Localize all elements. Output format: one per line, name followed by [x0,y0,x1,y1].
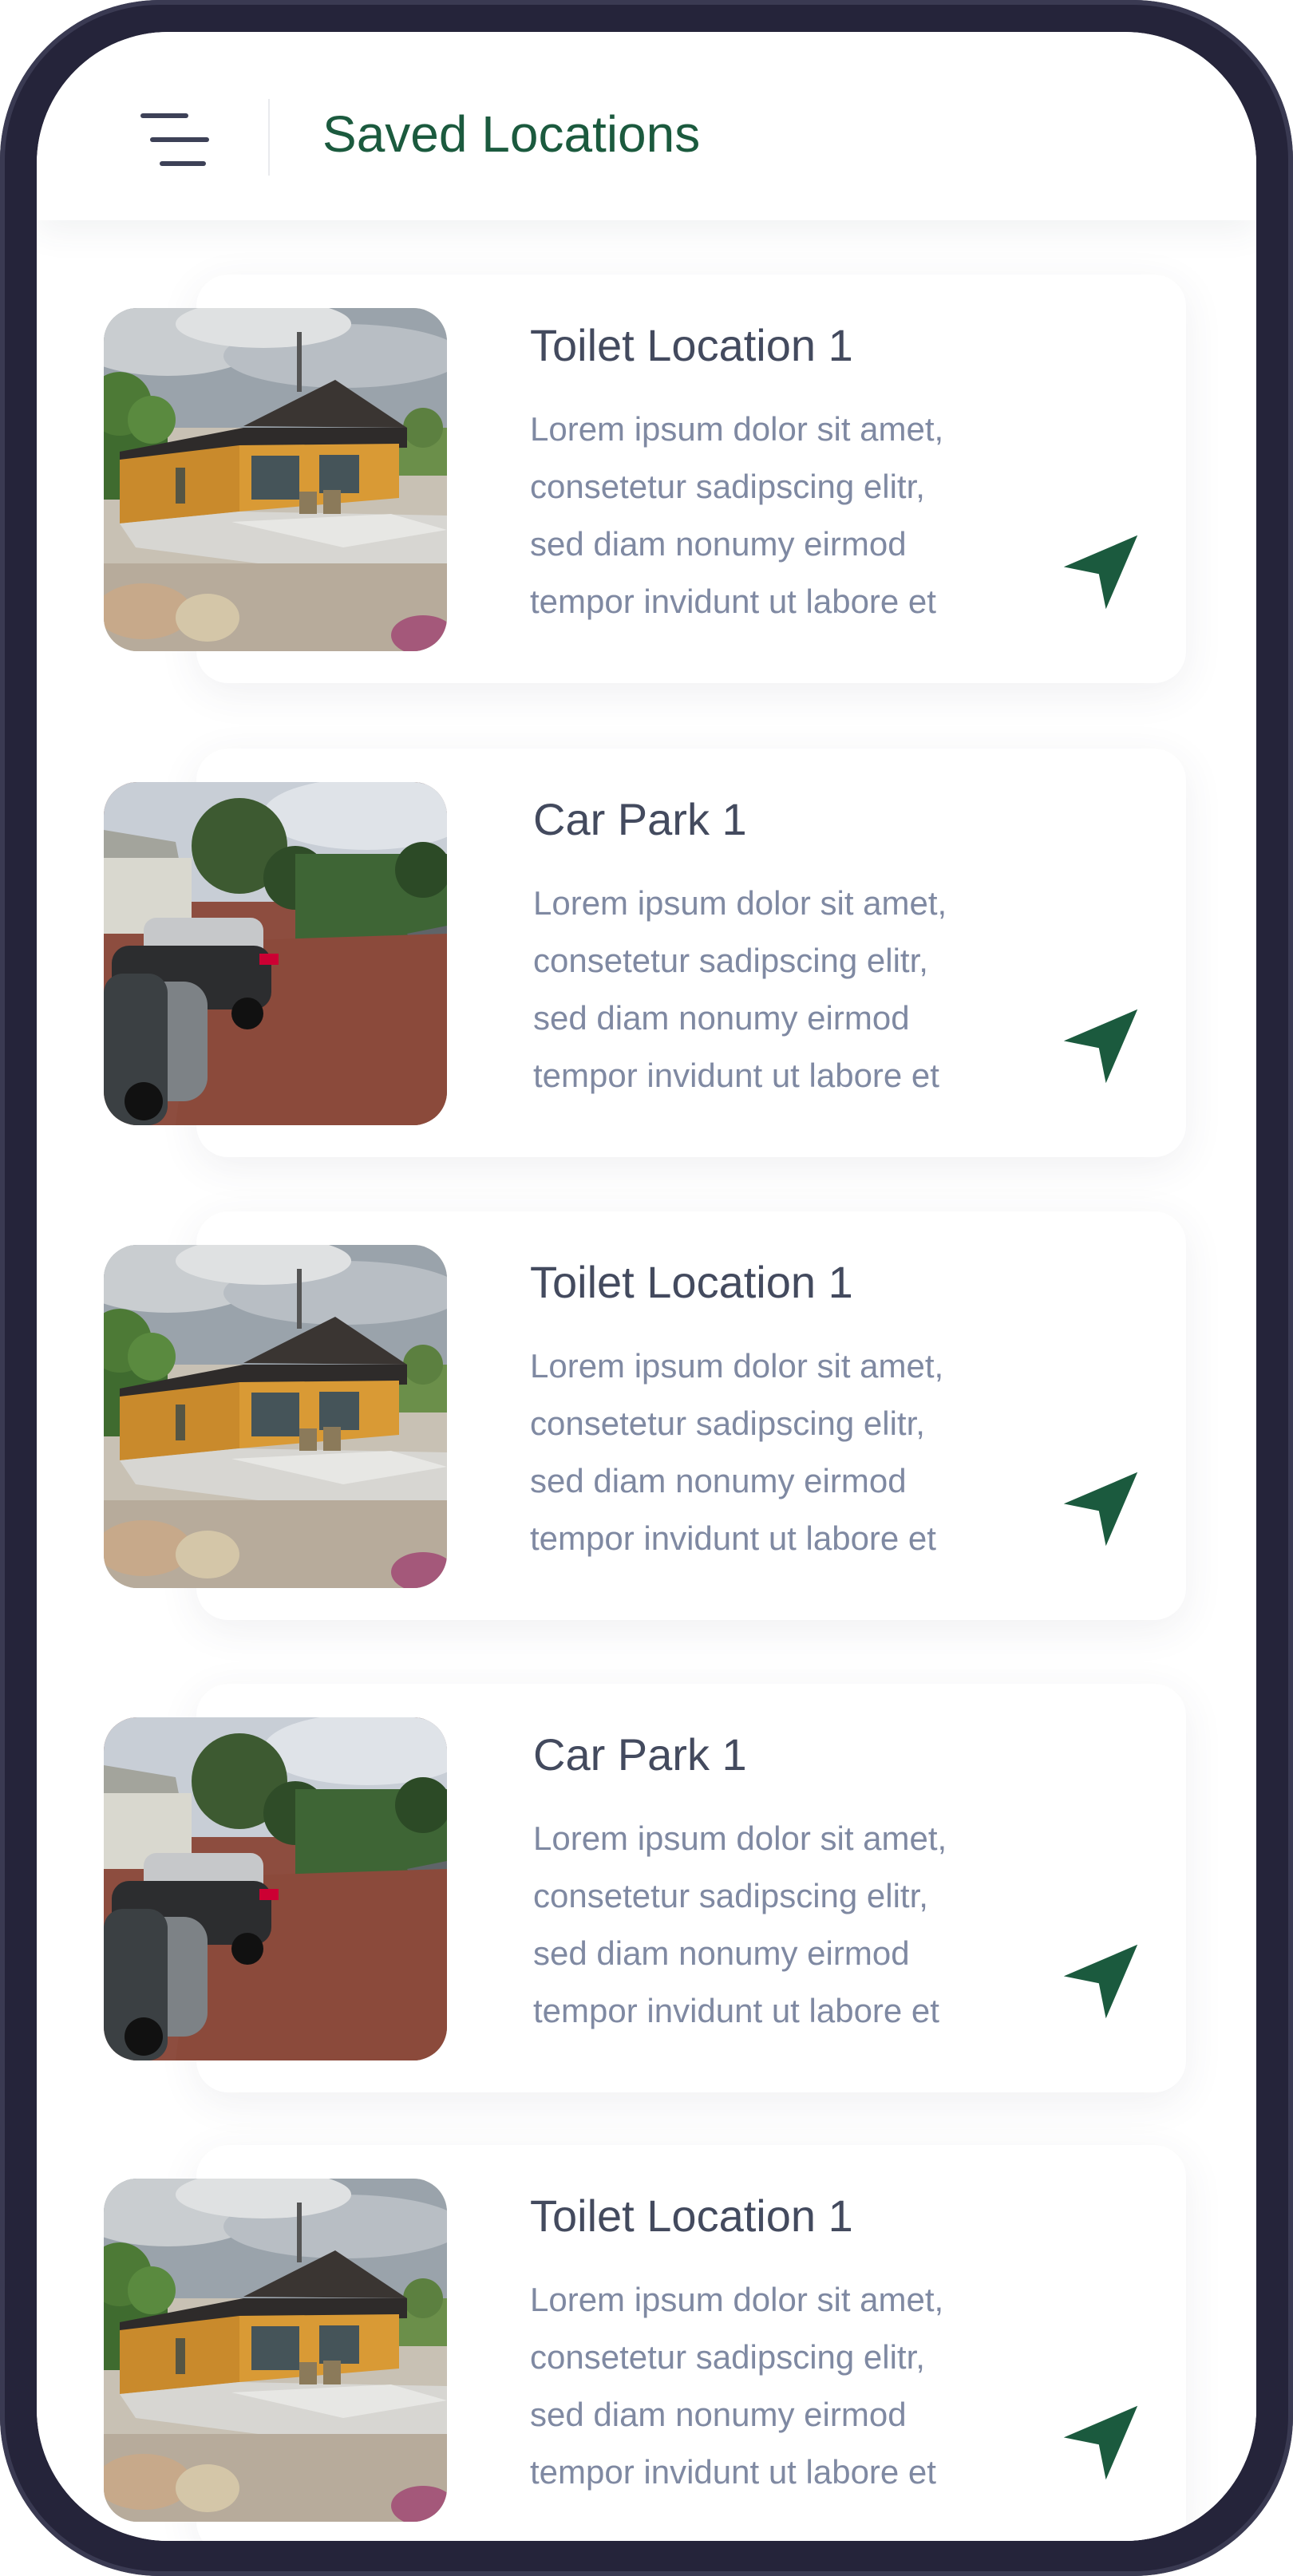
menu-icon[interactable] [140,112,209,168]
saved-locations-list: Toilet Location 1 Lorem ipsum dolor sit … [37,220,1256,2541]
location-description: Lorem ipsum dolor sit amet, consetetur s… [533,884,947,1094]
navigation-arrow-icon[interactable] [1057,528,1145,616]
location-card[interactable]: Car Park 1 Lorem ipsum dolor sit amet, c… [196,1684,1186,2092]
location-description: Lorem ipsum dolor sit amet, consetetur s… [530,1347,944,1557]
location-card[interactable]: Toilet Location 1 Lorem ipsum dolor sit … [196,275,1186,683]
navigation-arrow-icon[interactable] [1057,1938,1145,2025]
app-header: Saved Locations [37,32,1256,220]
location-card[interactable]: Toilet Location 1 Lorem ipsum dolor sit … [196,2145,1186,2541]
navigation-arrow-icon[interactable] [1057,2399,1145,2487]
page-title: Saved Locations [322,105,701,163]
header-divider [268,99,270,176]
navigation-arrow-icon[interactable] [1057,1465,1145,1553]
location-description: Lorem ipsum dolor sit amet, consetetur s… [530,410,944,620]
location-title: Toilet Location 1 [530,1257,853,1307]
location-description: Lorem ipsum dolor sit amet, consetetur s… [533,1819,947,2029]
location-description: Lorem ipsum dolor sit amet, consetetur s… [530,2281,944,2491]
location-photo [104,2179,447,2522]
app-screen: Saved Locations Toilet Location 1 Lorem … [37,32,1256,2541]
location-photo [104,782,447,1125]
navigation-arrow-icon[interactable] [1057,1002,1145,1090]
location-card[interactable]: Car Park 1 Lorem ipsum dolor sit amet, c… [196,749,1186,1157]
location-title: Car Park 1 [533,1729,747,1780]
location-photo [104,1245,447,1588]
location-title: Toilet Location 1 [530,320,853,370]
location-photo [104,308,447,651]
location-card[interactable]: Toilet Location 1 Lorem ipsum dolor sit … [196,1211,1186,1620]
location-title: Car Park 1 [533,794,747,844]
device-frame: Saved Locations Toilet Location 1 Lorem … [0,0,1293,2576]
location-title: Toilet Location 1 [530,2191,853,2241]
location-photo [104,1717,447,2060]
